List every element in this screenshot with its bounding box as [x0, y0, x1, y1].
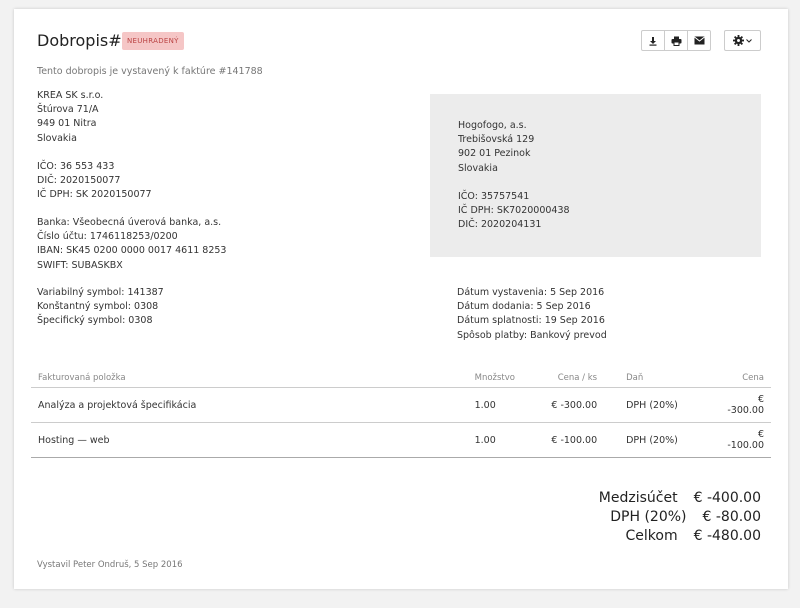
invoice-card: Dobropis#1 NEUHRADENÝ Tento dobropis je … [14, 9, 788, 589]
payment-symbols: Variabilný symbol: 141387 Konštantný sym… [37, 286, 164, 329]
supplier-swift: SWIFT: SUBASKBX [37, 259, 123, 271]
supplier-street: Štúrova 71/A [37, 104, 99, 116]
supplier-country: Slovakia [37, 132, 77, 144]
total-row: Celkom € -480.00 [599, 527, 762, 546]
total-label: Celkom [625, 528, 678, 544]
client-ic-dph: IČ DPH: SK7020000438 [458, 205, 570, 217]
supplier-ids: IČO: 36 553 433 DIČ: 2020150077 IČ DPH: … [37, 160, 152, 203]
gear-icon [733, 35, 744, 46]
print-button[interactable] [664, 30, 688, 51]
item-name: Analýza a projektová špecifikácia [31, 387, 468, 423]
supplier-ico: IČO: 36 553 433 [37, 161, 115, 172]
tax-value: € -80.00 [702, 509, 762, 525]
item-qty: 1.00 [467, 422, 532, 458]
client-address: Hogofogo, a.s. Trebišovská 129 902 01 Pe… [458, 119, 570, 232]
download-button[interactable] [641, 30, 665, 51]
table-header-row: Fakturovaná položka Množstvo Cena / ks D… [31, 368, 771, 388]
chevron-down-icon [746, 38, 752, 43]
item-name: Hosting — web [31, 422, 468, 458]
supplier-ic-dph: IČ DPH: SK 2020150077 [37, 189, 152, 201]
invoice-dates: Dátum vystavenia: 5 Sep 2016 Dátum dodan… [457, 286, 607, 343]
issue-date: Dátum vystavenia: 5 Sep 2016 [457, 287, 605, 298]
supplier-iban: IBAN: SK45 0200 0000 0017 4611 8253 [37, 245, 227, 257]
items-table: Fakturovaná položka Množstvo Cena / ks D… [31, 368, 771, 458]
print-icon [671, 36, 682, 46]
supplier-name: KREA SK s.r.o. [37, 90, 104, 101]
download-icon [648, 36, 658, 46]
client-street: Trebišovská 129 [458, 134, 535, 146]
client-country: Slovakia [458, 162, 498, 174]
delivery-date: Dátum dodania: 5 Sep 2016 [457, 301, 591, 313]
item-unit-price: € -100.00 [531, 422, 605, 458]
client-ico: IČO: 35757541 [458, 190, 530, 202]
column-header-item: Fakturovaná položka [31, 368, 468, 388]
item-qty: 1.00 [467, 387, 532, 423]
invoice-reference: Tento dobropis je vystavený k faktúre #1… [37, 66, 263, 77]
supplier-dic: DIČ: 2020150077 [37, 175, 121, 187]
specific-symbol: Špecifický symbol: 0308 [37, 315, 153, 327]
column-header-unit-price: Cena / ks [531, 368, 605, 388]
settings-dropdown-button[interactable] [724, 30, 761, 51]
item-tax: DPH (20%) [604, 387, 721, 423]
supplier-bank: Banka: Všeobecná úverová banka, a.s. Čís… [37, 216, 226, 273]
due-date: Dátum splatnosti: 19 Sep 2016 [457, 315, 605, 327]
client-address-box: Hogofogo, a.s. Trebišovská 129 902 01 Pe… [430, 94, 761, 257]
supplier-bank-name: Banka: Všeobecná úverová banka, a.s. [37, 217, 222, 228]
subtotal-row: Medzisúčet € -400.00 [599, 489, 761, 508]
client-city: 902 01 Pezinok [458, 148, 531, 160]
supplier-account: Číslo účtu: 1746118253/0200 [37, 231, 178, 243]
payment-method: Spôsob platby: Bankový prevod [457, 329, 607, 341]
column-header-tax: Daň [604, 368, 721, 388]
supplier-address: KREA SK s.r.o. Štúrova 71/A 949 01 Nitra… [37, 89, 103, 146]
subtotal-label: Medzisúčet [598, 490, 678, 506]
email-button[interactable] [687, 30, 711, 51]
variable-symbol: Variabilný symbol: 141387 [37, 287, 164, 298]
client-name: Hogofogo, a.s. [458, 120, 527, 131]
item-tax: DPH (20%) [604, 422, 721, 458]
table-row: Analýza a projektová špecifikácia 1.00 €… [31, 387, 771, 423]
column-header-price: Cena [720, 368, 771, 388]
item-price: € -300.00 [720, 387, 771, 423]
table-row: Hosting — web 1.00 € -100.00 DPH (20%) €… [31, 422, 771, 458]
item-price: € -100.00 [720, 422, 771, 458]
subtotal-value: € -400.00 [693, 490, 761, 506]
total-value: € -480.00 [693, 528, 761, 544]
status-badge: NEUHRADENÝ [122, 32, 184, 50]
supplier-city: 949 01 Nitra [37, 118, 97, 130]
column-header-qty: Množstvo [467, 368, 532, 388]
action-button-group [641, 30, 711, 51]
constant-symbol: Konštantný symbol: 0308 [37, 301, 159, 313]
item-unit-price: € -300.00 [531, 387, 605, 423]
issued-by-footer: Vystavil Peter Ondruš, 5 Sep 2016 [37, 560, 183, 570]
totals-summary: Medzisúčet € -400.00 DPH (20%) € -80.00 … [599, 489, 761, 546]
page-title: Dobropis#1 [37, 31, 132, 50]
tax-label: DPH (20%) [610, 509, 687, 525]
tax-row: DPH (20%) € -80.00 [599, 508, 761, 527]
email-icon [693, 36, 705, 45]
client-dic: DIČ: 2020204131 [458, 219, 542, 231]
